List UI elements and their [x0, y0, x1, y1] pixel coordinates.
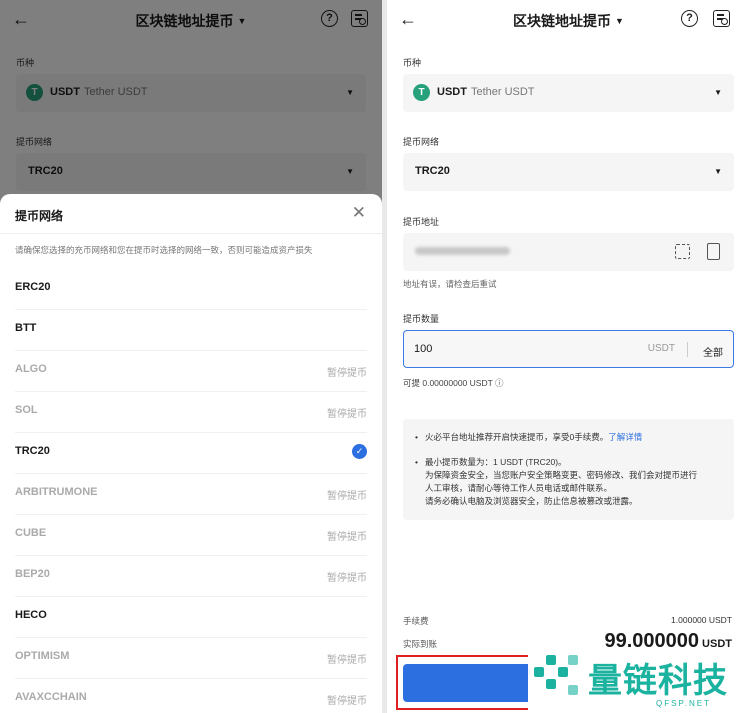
suspended-label: 暂停提币	[327, 696, 367, 707]
network-item-avaxcchain: AVAXCCHAIN 暂停提币	[15, 679, 367, 713]
network-name: TRC20	[15, 445, 50, 457]
close-icon[interactable]: ✕	[352, 203, 366, 223]
info-line: 最小提币数量为：1 USDT (TRC20)。	[425, 457, 567, 467]
network-item-optimism: OPTIMISM 暂停提币	[15, 638, 367, 679]
suspended-label: 暂停提币	[327, 655, 367, 666]
watermark: 量链科技 QFSP.NET	[528, 647, 750, 713]
network-name: AVAXCCHAIN	[15, 691, 87, 703]
network-name: CUBE	[15, 527, 47, 539]
dropdown-icon: ▼	[714, 88, 722, 97]
amount-label: 提币数量	[403, 314, 440, 324]
dropdown-icon: ▼	[714, 167, 722, 176]
network-item-algo: ALGO 暂停提币	[15, 351, 367, 392]
learn-more-link[interactable]: 了解详情	[608, 432, 642, 442]
check-icon: ✓	[352, 444, 367, 459]
network-item-btt[interactable]: BTT	[15, 310, 367, 351]
network-item-arbitrumone: ARBITRUMONE 暂停提币	[15, 474, 367, 515]
right-screen: ← 区块链地址提币 ▼ ? 币种 T USDT Tether USDT ▼ 提币网络…	[387, 0, 750, 713]
fee-value: 1.000000 USDT	[671, 615, 732, 625]
suspended-label: 暂停提币	[327, 409, 367, 420]
network-value: TRC20	[415, 165, 450, 177]
address-value-blurred	[415, 247, 510, 255]
network-label: 提币网络	[403, 137, 440, 147]
amount-input[interactable]: 100 USDT 全部	[403, 330, 734, 368]
network-name: ERC20	[15, 281, 51, 293]
network-name: OPTIMISM	[15, 650, 70, 662]
network-name: ARBITRUMONE	[15, 486, 98, 498]
scan-qr-icon[interactable]	[675, 244, 690, 259]
amount-unit: USDT	[647, 343, 675, 354]
divider	[0, 233, 382, 234]
network-name: ALGO	[15, 363, 47, 375]
help-icon[interactable]: ?	[681, 10, 698, 27]
records-icon[interactable]	[713, 10, 730, 27]
currency-symbol: USDT	[437, 86, 467, 98]
suspended-label: 暂停提币	[327, 532, 367, 543]
network-select[interactable]: TRC20 ▼	[403, 153, 734, 191]
network-list: ERC20 BTT ALGO 暂停提币 SOL 暂停提币 TRC20 ✓ ARBITR…	[0, 269, 382, 713]
currency-label: 币种	[403, 58, 422, 68]
currency-name: Tether USDT	[470, 86, 535, 98]
network-name: BTT	[15, 322, 37, 334]
network-item-heco[interactable]: HECO	[15, 597, 367, 638]
available-balance: 可提 0.00000000 USDT ⓘ	[403, 378, 504, 388]
sheet-title: 提币网络	[15, 209, 64, 223]
received-label: 实际到账	[403, 639, 438, 649]
address-book-icon[interactable]	[707, 243, 720, 260]
suspended-label: 暂停提币	[327, 491, 367, 502]
divider	[687, 342, 688, 357]
network-item-sol: SOL 暂停提币	[15, 392, 367, 433]
left-screen: ← 区块链地址提币▼ ? 币种 T USDTTether USDT ▼ 提币网络…	[0, 0, 382, 713]
amount-value: 100	[414, 343, 433, 355]
info-line: 人工审核，请耐心等待工作人员电话或邮件联系。	[425, 483, 613, 493]
watermark-sub: QFSP.NET	[656, 699, 711, 708]
currency-select[interactable]: T USDTTether USDT ▼	[403, 74, 734, 112]
network-item-cube: CUBE 暂停提币	[15, 515, 367, 556]
suspended-label: 暂停提币	[327, 573, 367, 584]
highlight-box	[396, 655, 534, 710]
network-item-bep20: BEP20 暂停提币	[15, 556, 367, 597]
info-box: • 火必平台地址推荐开启快速提币，享受0手续费。了解详情 • 最小提币数量为：1…	[403, 419, 734, 520]
address-error: 地址有误，请检查后重试	[403, 279, 497, 289]
watermark-text: 量链科技	[588, 662, 728, 700]
sheet-note: 请确保您选择的充币网络和您在提币时选择的网络一致，否则可能造成资产损失	[15, 245, 313, 255]
network-item-erc20[interactable]: ERC20	[15, 269, 367, 310]
info-line: 火必平台地址推荐开启快速提币，享受0手续费。	[425, 432, 609, 442]
watermark-logo-icon	[534, 655, 578, 699]
fee-label: 手续费	[403, 616, 429, 626]
address-label: 提币地址	[403, 217, 440, 227]
all-button[interactable]: 全部	[703, 344, 723, 359]
suspended-label: 暂停提币	[327, 368, 367, 379]
network-name: HECO	[15, 609, 47, 621]
tether-icon: T	[413, 84, 430, 101]
address-input[interactable]	[403, 233, 734, 271]
caret-down-icon: ▼	[615, 16, 624, 26]
network-item-trc20[interactable]: TRC20 ✓	[15, 433, 367, 474]
info-line: 为保障资金安全，当您账户安全策略变更、密码修改、我们会对提币进行	[425, 470, 698, 480]
header: ← 区块链地址提币▼ ?	[387, 0, 750, 40]
network-name: SOL	[15, 404, 38, 416]
network-sheet: 提币网络 ✕ 请确保您选择的充币网络和您在提币时选择的网络一致，否则可能造成资产…	[0, 194, 382, 713]
info-line: 请务必确认电脑及浏览器安全，防止信息被篡改或泄露。	[425, 496, 638, 506]
network-name: BEP20	[15, 568, 50, 580]
